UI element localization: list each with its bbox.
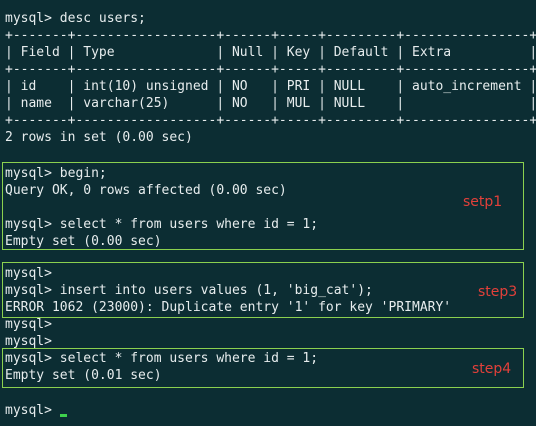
table-row: | id | int(10) unsigned | NO | PRI | NUL… bbox=[5, 79, 536, 94]
prompt-line: mysql> desc users; bbox=[5, 11, 146, 26]
table-border: +-------+------------------+------+-----… bbox=[5, 28, 536, 43]
prompt-line: mysql> insert into users values (1, 'big… bbox=[5, 283, 373, 298]
result-summary: Empty set (0.00 sec) bbox=[5, 234, 162, 249]
result-summary: Query OK, 0 rows affected (0.00 sec) bbox=[5, 183, 287, 198]
step4-label: step4 bbox=[472, 361, 512, 377]
error-message: ERROR 1062 (23000): Duplicate entry '1' … bbox=[5, 300, 452, 315]
text-cursor bbox=[60, 414, 67, 417]
table-border: +-------+------------------+------+-----… bbox=[5, 62, 536, 77]
table-border: +-------+------------------+------+-----… bbox=[5, 113, 536, 128]
prompt-line: mysql> select * from users where id = 1; bbox=[5, 351, 319, 366]
table-header-row: | Field | Type | Null | Key | Default | … bbox=[5, 45, 536, 60]
result-summary: 2 rows in set (0.00 sec) bbox=[5, 130, 193, 145]
prompt-line: mysql> bbox=[5, 334, 52, 349]
prompt-line: mysql> select * from users where id = 1; bbox=[5, 217, 319, 232]
command-prompt[interactable]: mysql> bbox=[5, 402, 52, 419]
prompt-line: mysql> begin; bbox=[5, 166, 107, 181]
prompt-line: mysql> bbox=[5, 266, 52, 281]
terminal-window[interactable]: mysql> desc users; +-------+------------… bbox=[0, 0, 536, 426]
step3-label: step3 bbox=[478, 284, 518, 300]
prompt-line: mysql> bbox=[5, 317, 52, 332]
result-summary: Empty set (0.01 sec) bbox=[5, 368, 162, 383]
table-row: | name | varchar(25) | NO | MUL | NULL |… bbox=[5, 96, 536, 111]
step1-label: setp1 bbox=[463, 194, 503, 210]
